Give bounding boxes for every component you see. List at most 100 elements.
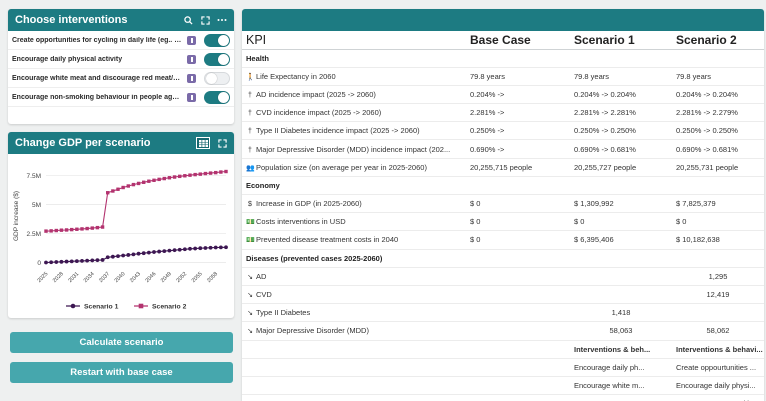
table-row: 🚶Life Expectancy in 2060 79.8 years 79.8 y… xyxy=(242,67,764,86)
interventions-title: Choose interventions xyxy=(15,14,128,26)
scenario-2-cell: Encourage daily physi... xyxy=(672,376,764,396)
table-row: 💵Prevented disease treatment costs in 20… xyxy=(242,230,764,250)
scenario-1-cell xyxy=(570,394,672,401)
data-point xyxy=(146,250,151,255)
intervention-toggle[interactable] xyxy=(204,33,230,47)
table-row: † CVD incidence impact (2025 -> 2060) 2.28… xyxy=(242,103,764,123)
base-case-cell xyxy=(466,303,570,323)
scenario-1-cell xyxy=(570,267,672,286)
data-point xyxy=(167,248,172,253)
data-point xyxy=(203,246,208,250)
y-tick-label: 2.5M xyxy=(27,231,41,238)
data-point xyxy=(111,189,115,193)
base-case-cell: $ 0 xyxy=(466,194,570,214)
more-icon[interactable] xyxy=(217,15,227,25)
column-header-kpi[interactable]: KPI xyxy=(242,31,466,50)
gdp-chart: 02.5M5M7.5MGDP increase ($)2025 2028 2031 2… xyxy=(13,169,228,311)
column-header-scenario-1[interactable]: Scenario 1 xyxy=(570,31,672,50)
data-point xyxy=(152,250,156,254)
column-header-base-case[interactable]: Base Case xyxy=(466,31,570,50)
base-case-cell: 20,255,715 people xyxy=(466,158,570,177)
data-point xyxy=(147,179,151,183)
info-icon[interactable] xyxy=(187,54,196,64)
intervention-row: Encourage non-smoking behaviour in peopl… xyxy=(8,88,234,107)
scenario-2-cell: $ 10,182,638 xyxy=(672,230,764,250)
y-tick-label: 7.5M xyxy=(27,173,41,180)
intervention-toggle[interactable] xyxy=(204,71,230,85)
interventions-header: Choose interventions xyxy=(8,9,234,31)
data-point xyxy=(100,225,105,229)
data-point xyxy=(49,260,54,265)
data-point xyxy=(64,228,69,232)
data-point xyxy=(157,177,161,182)
kpi-cell: 👥Population size (on average per year in… xyxy=(242,158,466,177)
data-point xyxy=(162,176,166,181)
section-label: Economy xyxy=(242,176,764,196)
search-icon[interactable] xyxy=(183,15,193,25)
column-header-scenario-2[interactable]: Scenario 2 xyxy=(672,31,764,50)
table-row: † AD incidence impact (2025 -> 2060) 0.204… xyxy=(242,85,764,105)
data-point xyxy=(172,248,177,253)
table-row: 💵Costs interventions in USD $ 0 $ 0 $ 0 xyxy=(242,212,764,232)
data-point xyxy=(142,180,146,184)
data-point xyxy=(208,171,213,175)
data-point xyxy=(54,260,59,264)
base-case-cell xyxy=(466,285,570,305)
info-icon[interactable] xyxy=(187,35,196,45)
people-icon: 👥 xyxy=(246,164,255,172)
data-point xyxy=(172,175,177,179)
data-point xyxy=(54,228,58,233)
data-point xyxy=(162,249,167,254)
base-case-cell xyxy=(466,394,570,401)
scenario-2-cell: Encourage non-smoki... xyxy=(672,394,764,401)
intervention-toggle[interactable] xyxy=(204,52,230,66)
restart-base-case-button[interactable]: Restart with base case xyxy=(10,362,233,383)
x-tick-label: 2037 xyxy=(98,271,111,284)
x-tick-label: 2055 xyxy=(191,271,204,284)
x-tick-label: 2043 xyxy=(129,271,142,284)
section-label: Health xyxy=(242,49,764,68)
person-icon: † xyxy=(248,128,252,136)
scenario-1-cell: 58,063 xyxy=(570,321,672,341)
data-point xyxy=(167,176,172,180)
table-row: † Major Depressive Disorder (MDD) inciden… xyxy=(242,139,764,159)
scenario-1-cell: 0.690% -> 0.681% xyxy=(570,139,672,159)
data-point xyxy=(126,184,130,188)
table-view-icon[interactable] xyxy=(196,137,210,149)
legend-marker xyxy=(138,303,144,309)
gdp-panel: Change GDP per scenario 0 2.5M 5M 7.5M GDP i… xyxy=(8,132,234,318)
data-point xyxy=(219,170,223,174)
scenario-1-cell: $ 1,309,992 xyxy=(570,194,672,214)
interventions-panel: Choose interventions Create opportunitie… xyxy=(8,9,234,124)
table-row: $ Increase in GDP (in 2025-2060) $ 0 $ 1,30… xyxy=(242,194,764,214)
calculate-scenario-button[interactable]: Calculate scenario xyxy=(10,332,233,353)
data-point xyxy=(214,170,218,175)
person-icon: † xyxy=(248,110,252,118)
money-icon: 💵 xyxy=(246,219,255,227)
expand-icon[interactable] xyxy=(200,15,210,25)
y-tick-label: 0 xyxy=(37,260,41,267)
legend-label: Scenario 1 xyxy=(84,304,119,311)
data-point xyxy=(59,228,64,232)
kpi-cell xyxy=(242,358,466,377)
scenario-1-cell: Encourage white m... xyxy=(570,376,672,396)
kpi-table: KPI Base Case Scenario 1 Scenario 2 Heal… xyxy=(242,31,764,401)
scenario-2-cell: Interventions & behavi... xyxy=(672,340,764,359)
info-icon[interactable] xyxy=(187,73,196,83)
base-case-cell: 0.250% -> xyxy=(466,121,570,141)
scenario-2-cell: 12,419 xyxy=(672,285,764,305)
scenario-2-cell: 0.204% -> 0.204% xyxy=(672,85,764,105)
section-row: Diseases (prevented cases 2025-2060) xyxy=(242,249,764,268)
kpi-cell xyxy=(242,340,466,359)
data-point xyxy=(213,245,218,250)
info-icon[interactable] xyxy=(187,92,196,102)
x-tick-label: 2052 xyxy=(175,271,188,284)
expand-icon[interactable] xyxy=(217,138,227,148)
data-point xyxy=(136,251,141,256)
intervention-toggle[interactable] xyxy=(204,90,230,104)
intervention-row: Encourage white meat and discourage red … xyxy=(8,69,234,88)
data-point xyxy=(95,225,100,230)
interventions-list: Create opportunities for cycling in dail… xyxy=(8,31,234,107)
data-point xyxy=(121,253,126,258)
data-point xyxy=(198,172,202,176)
